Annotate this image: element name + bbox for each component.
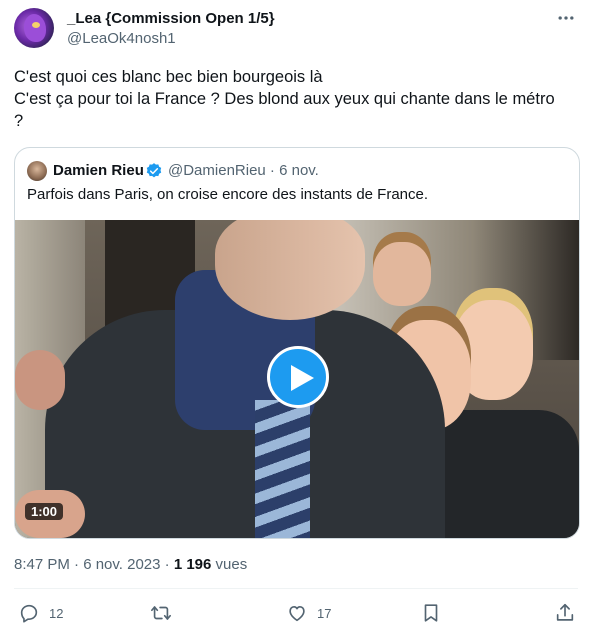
repost-button[interactable] [150, 602, 172, 624]
bookmark-button[interactable] [420, 602, 442, 624]
quoted-handle-date[interactable]: @DamienRieu · 6 nov. [168, 162, 319, 179]
share-button[interactable] [554, 602, 576, 624]
video-thumbnail[interactable]: 1:00 [15, 220, 579, 538]
action-bar: 12 17 [0, 600, 592, 628]
quoted-tweet[interactable]: Damien Rieu @DamienRieu · 6 nov. Parfois… [14, 147, 580, 539]
tweet-metadata: 8:47 PM · 6 nov. 2023 · 1 196 vues [14, 556, 247, 573]
tweet[interactable]: _Lea {Commission Open 1/5} @LeaOk4nosh1 … [0, 0, 592, 634]
video-duration: 1:00 [25, 503, 64, 520]
author-display-name[interactable]: _Lea {Commission Open 1/5} [67, 10, 275, 27]
quoted-author-avatar[interactable] [27, 161, 47, 181]
reply-button[interactable]: 12 [18, 602, 63, 624]
like-count: 17 [317, 605, 332, 621]
reply-icon [20, 604, 38, 623]
repost-icon [151, 606, 171, 620]
more-options-icon[interactable] [556, 8, 576, 28]
author-handle[interactable]: @LeaOk4nosh1 [67, 30, 176, 47]
play-button[interactable] [267, 346, 329, 408]
verified-badge-icon [146, 163, 162, 178]
play-icon [291, 365, 314, 391]
like-button[interactable]: 17 [286, 602, 331, 624]
reply-count: 12 [49, 605, 64, 621]
share-icon [556, 603, 574, 621]
views-label: vues [211, 556, 248, 573]
heart-icon [289, 605, 305, 622]
quoted-author-name[interactable]: Damien Rieu [53, 162, 144, 179]
tweet-text-line: C'est quoi ces blanc bec bien bourgeois … [14, 68, 323, 86]
tweet-text-line: C'est ça pour toi la France ? Des blond … [14, 90, 555, 108]
views-count: 1 196 [173, 556, 212, 573]
author-avatar[interactable] [14, 8, 54, 48]
divider [14, 588, 578, 589]
bookmark-icon [424, 604, 438, 622]
tweet-timestamp[interactable]: 8:47 PM · 6 nov. 2023 · [14, 556, 174, 573]
tweet-text: C'est quoi ces blanc bec bien bourgeois … [14, 66, 584, 132]
tweet-text-line: ? [14, 112, 24, 130]
quoted-text: Parfois dans Paris, on croise encore des… [27, 186, 429, 203]
